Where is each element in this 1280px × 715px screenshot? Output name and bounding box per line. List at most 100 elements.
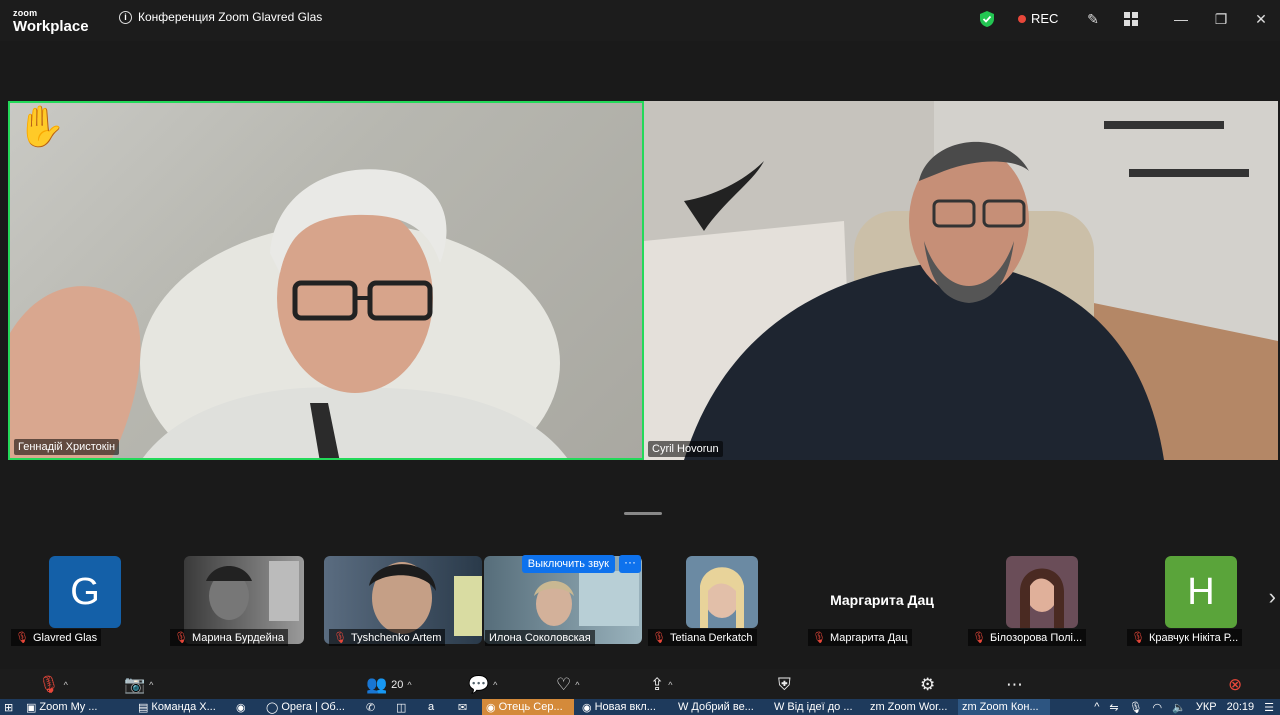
- shield-icon: ⛨: [778, 675, 791, 694]
- maximize-icon[interactable]: ❐: [1212, 10, 1230, 28]
- video-button[interactable]: 📷 ^: [124, 675, 153, 695]
- mic-muted-icon: 🎙: [652, 632, 666, 644]
- chevron-up-icon[interactable]: ^: [493, 680, 497, 690]
- tray-chevron-up-icon[interactable]: ^: [1094, 701, 1099, 713]
- wifi-icon[interactable]: ◠: [1153, 701, 1163, 714]
- participant-label: 🎙 Білозорова Полі...: [968, 629, 1087, 646]
- chevron-up-icon[interactable]: ^: [149, 680, 153, 690]
- participant-video-main[interactable]: Cyril Hovorun: [644, 101, 1278, 460]
- notifications-icon[interactable]: ☰: [1264, 701, 1274, 714]
- more-dots-icon: ⋯: [1006, 675, 1023, 694]
- participant-tile[interactable]: 🎙 Марина Бурдейна: [164, 555, 324, 647]
- windows-taskbar: ⊞ ▣ Zoom My ... ▤ Команда Х... ◉ ◯ Opera | …: [0, 699, 1280, 715]
- participant-label: 🎙 Кравчук Нікіта Р...: [1127, 629, 1243, 646]
- meeting-stage: ✋ Геннадій Христокін Cyril Hovorun G 🎙 G…: [0, 41, 1280, 669]
- participant-tile[interactable]: Маргарита Дац 🎙 Маргарита Дац: [802, 555, 962, 647]
- chevron-up-icon[interactable]: ^: [668, 680, 672, 690]
- mic-icon[interactable]: 🎙: [1129, 701, 1143, 714]
- word-icon: W: [774, 701, 785, 713]
- leave-button[interactable]: ⊗: [1228, 675, 1242, 695]
- share-screen-button[interactable]: ⇪ ^: [650, 675, 672, 695]
- meeting-info-button[interactable]: i Конференция Zoom Glavred Glas: [119, 10, 322, 24]
- zoom-icon: ▣: [26, 701, 37, 714]
- chevron-up-icon[interactable]: ^: [64, 680, 68, 690]
- clock[interactable]: 20:19: [1227, 701, 1255, 713]
- speaker-video-illustration: [10, 169, 567, 458]
- participant-tile[interactable]: H 🎙 Кравчук Нікіта Р...: [1121, 555, 1280, 647]
- windows-icon: ⊞: [4, 701, 14, 714]
- taskbar-item-chrome[interactable]: ◉: [232, 699, 254, 715]
- more-options-button[interactable]: ···: [619, 555, 641, 573]
- mic-muted-icon: 🎙: [812, 632, 826, 644]
- taskbar-item[interactable]: zm Zoom Кон...: [958, 699, 1050, 715]
- mute-button[interactable]: 🎙 ^: [38, 675, 68, 695]
- participant-tile[interactable]: G 🎙 Glavred Glas: [5, 555, 165, 647]
- taskbar-item[interactable]: W Від ідеї до ...: [770, 699, 862, 715]
- mic-muted-icon: 🎙: [333, 632, 347, 644]
- security-shield-icon[interactable]: [978, 10, 996, 28]
- system-tray: ^ ⇋ 🎙 ◠ 🔈 УКР 20:19 ☰: [1094, 699, 1274, 715]
- taskbar-item[interactable]: ◉ Новая вкл...: [578, 699, 670, 715]
- avatar: [686, 556, 758, 628]
- chrome-icon: ◉: [236, 701, 246, 714]
- leave-icon: ⊗: [1228, 675, 1243, 694]
- recording-indicator[interactable]: REC: [1018, 11, 1058, 26]
- annotate-pen-icon[interactable]: ✎: [1084, 10, 1102, 28]
- taskbar-item-outlook[interactable]: ✉: [454, 699, 476, 715]
- participant-label: 🎙 Маргарита Дац: [808, 629, 912, 646]
- chevron-up-icon[interactable]: ^: [407, 680, 411, 690]
- taskbar-item[interactable]: W Добрий ве...: [674, 699, 766, 715]
- app-icon: ◫: [396, 701, 407, 714]
- chrome-icon: ◉: [486, 701, 496, 714]
- reactions-button[interactable]: ♡ ^: [556, 675, 579, 695]
- view-grid-icon[interactable]: [1122, 10, 1140, 28]
- share-screen-icon: ⇪: [650, 675, 665, 694]
- mic-muted-icon: 🎙: [1131, 632, 1145, 644]
- zoom-icon: zm: [962, 701, 977, 713]
- video-off-icon: 📷: [124, 675, 146, 694]
- participant-tile[interactable]: 🎙 Tyshchenko Artem: [323, 555, 483, 647]
- chat-button[interactable]: 💬 ^: [468, 675, 497, 695]
- participant-label: 🎙 Марина Бурдейна: [170, 629, 288, 646]
- settings-button[interactable]: ⚙: [920, 675, 935, 695]
- resize-handle[interactable]: [624, 512, 662, 515]
- participant-video-illustration: [644, 101, 1278, 460]
- volume-icon[interactable]: 🔈: [1172, 701, 1186, 714]
- participant-label: Илона Соколовская: [485, 630, 595, 646]
- chevron-right-icon[interactable]: ›: [1269, 584, 1276, 610]
- chevron-up-icon[interactable]: ^: [575, 680, 579, 690]
- network-icon[interactable]: ⇋: [1109, 701, 1118, 714]
- minimize-icon[interactable]: —: [1172, 10, 1190, 28]
- unmute-button[interactable]: Выключить звук: [521, 555, 615, 573]
- taskbar-item[interactable]: ▤ Команда Х...: [134, 699, 224, 715]
- chrome-icon: ◉: [582, 701, 592, 714]
- taskbar-item-app[interactable]: ◫: [392, 699, 412, 715]
- participant-label: 🎙 Tyshchenko Artem: [329, 629, 446, 646]
- taskbar-item-viber[interactable]: ✆: [362, 699, 382, 715]
- language-indicator[interactable]: УКР: [1196, 701, 1217, 713]
- taskbar-item[interactable]: zm Zoom Wor...: [866, 699, 954, 715]
- start-button[interactable]: ⊞: [0, 699, 17, 715]
- meeting-toolbar: 🎙 ^ 📷 ^ 👥 20 ^ 💬 ^ ♡ ^ ⇪ ^ ⛨ ⚙ ⋯ ⊗: [0, 669, 1280, 699]
- taskbar-item-amazon[interactable]: a: [424, 699, 444, 715]
- participant-tile[interactable]: 🎙 Tetiana Derkatch: [642, 555, 802, 647]
- record-dot-icon: [1018, 14, 1026, 23]
- active-speaker-video[interactable]: ✋ Геннадій Христокін: [8, 101, 644, 460]
- zoom-logo: zoom Workplace: [13, 8, 89, 35]
- taskbar-item[interactable]: ◯ Opera | Об...: [262, 699, 352, 715]
- microphone-muted-icon: 🎙: [38, 675, 60, 694]
- gear-icon: ⚙: [920, 675, 936, 694]
- more-button[interactable]: ⋯: [1006, 675, 1023, 695]
- participant-name-tag: Cyril Hovorun: [648, 441, 723, 457]
- chat-icon: 💬: [468, 675, 490, 694]
- close-icon[interactable]: ✕: [1252, 10, 1270, 28]
- participants-button[interactable]: 👥 20 ^: [366, 675, 412, 695]
- taskbar-item[interactable]: ◉ Отець Сер...: [482, 699, 574, 715]
- avatar: G: [49, 556, 121, 628]
- participant-tile[interactable]: 🎙 Білозорова Полі...: [962, 555, 1122, 647]
- taskbar-item[interactable]: ▣ Zoom My ...: [22, 699, 126, 715]
- amazon-icon: a: [428, 701, 435, 713]
- folder-icon: ▤: [138, 701, 149, 714]
- participant-tile[interactable]: Выключить звук ··· Илона Соколовская: [483, 555, 643, 647]
- security-button[interactable]: ⛨: [778, 675, 791, 695]
